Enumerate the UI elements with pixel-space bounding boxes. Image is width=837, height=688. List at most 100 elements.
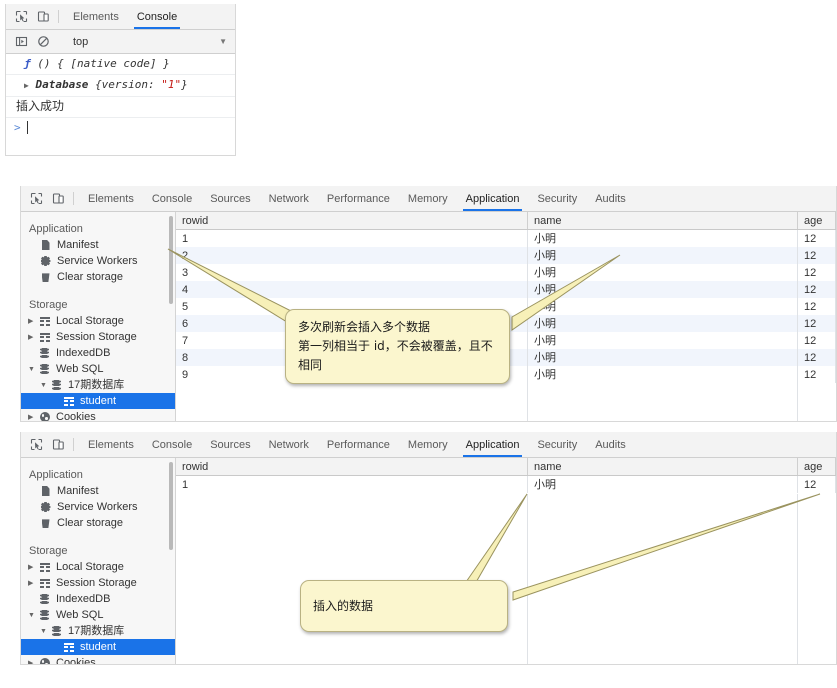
tab-performance[interactable]: Performance (318, 186, 399, 211)
tab-memory[interactable]: Memory (399, 186, 457, 211)
tab-elements[interactable]: Elements (79, 186, 143, 211)
table-row[interactable]: 1 小明 12 (176, 476, 836, 493)
chevron-down-icon[interactable]: ▼ (40, 628, 50, 635)
inspect-element-icon[interactable] (25, 432, 47, 457)
tab-security[interactable]: Security (528, 432, 586, 457)
column-header-name[interactable]: name (528, 212, 798, 229)
cell-age: 12 (798, 349, 836, 366)
table-row[interactable]: 3 小明 12 (176, 264, 836, 281)
console-prompt[interactable]: > (6, 118, 235, 137)
sidebar-scrollbar[interactable] (169, 216, 173, 304)
console-sidebar-icon[interactable] (10, 35, 32, 48)
sidebar-item-database[interactable]: ▼ 17期数据库 (21, 623, 175, 639)
sidebar-item-label: IndexedDB (56, 347, 111, 359)
cell-name: 小明 (528, 366, 798, 383)
chevron-right-icon[interactable]: ▶ (28, 317, 38, 325)
disclosure-triangle-icon[interactable]: ▶ (24, 81, 29, 90)
inspect-element-icon[interactable] (25, 186, 47, 211)
sidebar-item-web-sql[interactable]: ▼ Web SQL (21, 361, 175, 377)
column-header-name[interactable]: name (528, 458, 798, 475)
tab-security[interactable]: Security (528, 186, 586, 211)
cell-name: 小明 (528, 349, 798, 366)
sidebar-item-indexeddb[interactable]: IndexedDB (21, 591, 175, 607)
manifest-doc-icon (39, 485, 52, 497)
data-grid-empty-area (176, 494, 836, 664)
object-name: Database (35, 78, 89, 91)
sidebar-item-label: Web SQL (56, 363, 104, 375)
sidebar-item-manifest[interactable]: Manifest (21, 483, 175, 499)
sidebar-item-session-storage[interactable]: ▶ Session Storage (21, 329, 175, 345)
tab-memory[interactable]: Memory (399, 432, 457, 457)
sidebar-item-database[interactable]: ▼ 17期数据库 (21, 377, 175, 393)
table-row[interactable]: 4 小明 12 (176, 281, 836, 298)
tab-console[interactable]: Console (128, 4, 186, 29)
data-grid-empty-area (176, 383, 836, 421)
cookie-icon (38, 411, 51, 421)
trash-icon (39, 271, 52, 283)
tab-elements[interactable]: Elements (64, 4, 128, 29)
sidebar-scrollbar[interactable] (169, 462, 173, 550)
sidebar-item-service-workers[interactable]: Service Workers (21, 253, 175, 269)
chevron-down-icon[interactable]: ▼ (219, 37, 235, 46)
sidebar-item-manifest[interactable]: Manifest (21, 237, 175, 253)
sidebar-item-label: Manifest (57, 239, 99, 251)
tab-sources[interactable]: Sources (201, 432, 259, 457)
device-toolbar-icon[interactable] (32, 4, 54, 29)
column-header-rowid[interactable]: rowid (176, 212, 528, 229)
sidebar-item-service-workers[interactable]: Service Workers (21, 499, 175, 515)
device-toolbar-icon[interactable] (47, 186, 69, 211)
sidebar-item-label: 17期数据库 (68, 379, 125, 391)
sidebar-item-cookies[interactable]: ▶ Cookies (21, 409, 175, 422)
chevron-down-icon[interactable]: ▼ (40, 382, 50, 389)
tab-sources[interactable]: Sources (201, 186, 259, 211)
cell-rowid: 2 (176, 247, 528, 264)
execution-context-selector[interactable]: top (64, 36, 219, 48)
device-toolbar-icon[interactable] (47, 432, 69, 457)
clear-console-icon[interactable] (32, 35, 54, 48)
sidebar-item-session-storage[interactable]: ▶ Session Storage (21, 575, 175, 591)
table-row[interactable]: 2 小明 12 (176, 247, 836, 264)
column-header-rowid[interactable]: rowid (176, 458, 528, 475)
tab-console[interactable]: Console (143, 432, 201, 457)
chevron-down-icon[interactable]: ▼ (28, 366, 38, 373)
prompt-arrow-icon: > (14, 121, 21, 134)
sidebar-item-student-table[interactable]: student (21, 393, 175, 409)
column-header-age[interactable]: age (798, 212, 836, 229)
console-message-log[interactable]: 插入成功 (6, 97, 235, 118)
table-icon (38, 331, 51, 343)
console-message-native-code[interactable]: ƒ () { [native code] } (6, 54, 235, 75)
tab-console[interactable]: Console (143, 186, 201, 211)
chevron-right-icon[interactable]: ▶ (28, 659, 38, 664)
inspect-element-icon[interactable] (10, 4, 32, 29)
sidebar-item-indexeddb[interactable]: IndexedDB (21, 345, 175, 361)
chevron-right-icon[interactable]: ▶ (28, 579, 38, 587)
tab-application[interactable]: Application (457, 186, 529, 211)
chevron-right-icon[interactable]: ▶ (28, 333, 38, 341)
sidebar-item-local-storage[interactable]: ▶ Local Storage (21, 559, 175, 575)
column-header-age[interactable]: age (798, 458, 836, 475)
tab-network[interactable]: Network (260, 432, 318, 457)
table-row[interactable]: 1 小明 12 (176, 230, 836, 247)
chevron-right-icon[interactable]: ▶ (28, 413, 38, 421)
sidebar-item-label: Cookies (56, 411, 96, 422)
sidebar-item-clear-storage[interactable]: Clear storage (21, 269, 175, 285)
application-sidebar-multi: Application Manifest Service Workers Cle… (21, 212, 176, 421)
cell-name: 小明 (528, 315, 798, 332)
sidebar-item-cookies[interactable]: ▶ Cookies (21, 655, 175, 664)
chevron-down-icon[interactable]: ▼ (28, 612, 38, 619)
sidebar-item-label: Local Storage (56, 315, 124, 327)
chevron-right-icon[interactable]: ▶ (28, 563, 38, 571)
sidebar-item-clear-storage[interactable]: Clear storage (21, 515, 175, 531)
tab-performance[interactable]: Performance (318, 432, 399, 457)
sidebar-item-web-sql[interactable]: ▼ Web SQL (21, 607, 175, 623)
sidebar-item-student-table[interactable]: student (21, 639, 175, 655)
devtools-console-panel: Elements Console top ▼ ƒ () {[native co… (5, 4, 236, 156)
tab-network[interactable]: Network (260, 186, 318, 211)
tab-application[interactable]: Application (457, 432, 529, 457)
tab-elements[interactable]: Elements (79, 432, 143, 457)
console-message-database-object[interactable]: ▶ Database {version: "1"} (6, 75, 235, 97)
tab-audits[interactable]: Audits (586, 432, 635, 457)
tab-audits[interactable]: Audits (586, 186, 635, 211)
sidebar-item-local-storage[interactable]: ▶ Local Storage (21, 313, 175, 329)
native-code-text: () { [native code] } (37, 57, 170, 70)
